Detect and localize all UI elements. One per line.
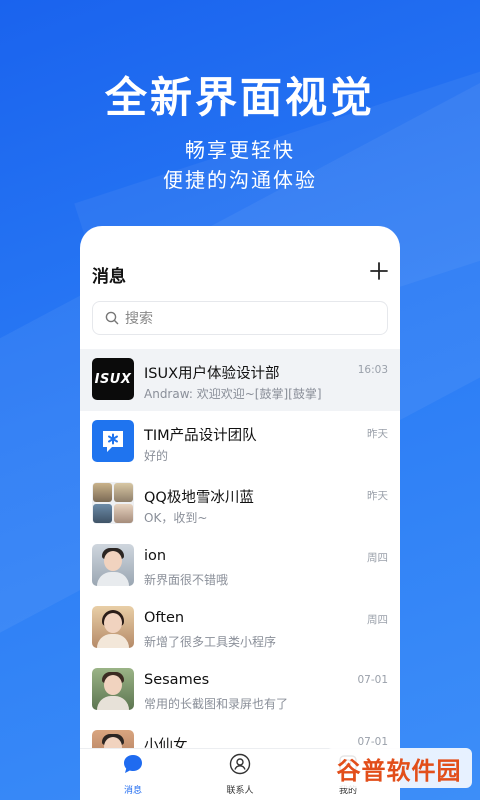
group-avatar: ISUX	[92, 358, 134, 400]
conversation-preview: OK，收到~	[144, 511, 208, 525]
top-bar: 消息	[80, 226, 400, 292]
search-input[interactable]: 搜索	[92, 301, 388, 335]
member-avatar	[114, 483, 133, 502]
conversation-time: 周四	[367, 614, 388, 626]
asterisk-chat-icon	[103, 431, 123, 452]
conversation-preview: 好的	[144, 449, 169, 463]
group-avatar	[92, 482, 134, 524]
search-placeholder: 搜索	[125, 311, 153, 327]
conversation-preview: 新界面很不错哦	[144, 573, 229, 587]
conversation-item[interactable]: Sesames 常用的长截图和录屏也有了 07-01	[80, 659, 400, 721]
conversation-time: 07-01	[357, 674, 388, 686]
contacts-icon	[229, 753, 251, 775]
watermark-logo: 谷普软件园	[326, 748, 472, 788]
avatar	[92, 544, 134, 586]
phone-screen: 消息 搜索 ISUX ISUX用户体验设计部 Andraw: 欢迎欢迎~[鼓掌]…	[80, 226, 400, 800]
conversation-time: 昨天	[367, 490, 388, 502]
conversation-preview: Andraw: 欢迎欢迎~[鼓掌][鼓掌]	[144, 387, 322, 401]
conversation-time: 07-01	[357, 736, 388, 748]
promo-subline: 畅享更轻快	[185, 138, 295, 162]
conversation-time: 周四	[367, 552, 388, 564]
search-icon	[105, 311, 119, 325]
avatar-text: ISUX	[94, 371, 132, 387]
tab-label: 消息	[123, 786, 142, 796]
avatar	[92, 668, 134, 710]
conversation-item[interactable]: ISUX ISUX用户体验设计部 Andraw: 欢迎欢迎~[鼓掌][鼓掌] 1…	[80, 349, 400, 411]
tab-contacts[interactable]: 联系人	[200, 753, 280, 796]
promo-subline: 便捷的沟通体验	[163, 168, 317, 192]
promo-headline: 全新界面视觉	[104, 73, 375, 122]
group-avatar	[92, 420, 134, 462]
conversation-name: QQ极地雪冰川蓝	[144, 490, 254, 506]
conversation-name: Often	[144, 610, 185, 626]
conversation-time: 昨天	[367, 428, 388, 440]
page-title: 消息	[92, 267, 126, 287]
conversation-preview: 常用的长截图和录屏也有了	[144, 697, 289, 711]
conversation-name: ion	[144, 548, 167, 564]
conversation-name: ISUX用户体验设计部	[144, 366, 280, 382]
member-avatar	[114, 504, 133, 523]
conversation-list: ISUX ISUX用户体验设计部 Andraw: 欢迎欢迎~[鼓掌][鼓掌] 1…	[80, 349, 400, 783]
watermark-text: 谷普软件园	[336, 756, 462, 785]
conversation-preview: 新增了很多工具类小程序	[144, 635, 277, 649]
conversation-item[interactable]: QQ极地雪冰川蓝 OK，收到~ 昨天	[80, 473, 400, 535]
conversation-name: Sesames	[144, 672, 210, 688]
conversation-item[interactable]: Often 新增了很多工具类小程序 周四	[80, 597, 400, 659]
tab-label: 联系人	[226, 786, 254, 796]
conversation-item[interactable]: TIM产品设计团队 好的 昨天	[80, 411, 400, 473]
member-avatar	[93, 504, 112, 523]
conversation-time: 16:03	[357, 364, 388, 376]
plus-icon[interactable]	[370, 262, 388, 280]
conversation-name: TIM产品设计团队	[144, 428, 257, 444]
conversation-item[interactable]: ion 新界面很不错哦 周四	[80, 535, 400, 597]
member-avatar	[93, 483, 112, 502]
tab-messages[interactable]: 消息	[93, 753, 173, 796]
chat-bubble-icon	[124, 755, 142, 773]
avatar	[92, 606, 134, 648]
